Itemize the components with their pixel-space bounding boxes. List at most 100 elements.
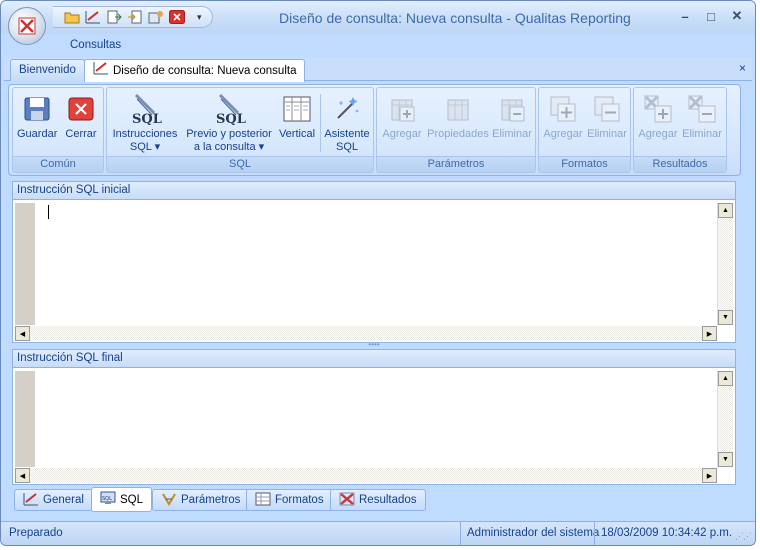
parameter-properties-icon: [427, 92, 489, 126]
chart-design-icon: [23, 492, 39, 509]
delete-result-icon: [682, 92, 722, 126]
result-delete-label: Eliminar: [682, 128, 722, 140]
result-add-button[interactable]: Agregar: [637, 92, 679, 141]
doc-tab-label: Bienvenido: [19, 64, 76, 76]
user-permissions-icon[interactable]: [147, 9, 165, 25]
magic-wand-icon: [323, 92, 371, 126]
group-label-sql: SQL: [107, 156, 373, 172]
initial-sql-header: Instrucción SQL inicial: [13, 182, 735, 200]
app-window: ▾ Diseño de consulta: Nueva consulta - Q…: [0, 0, 756, 546]
tab-formats[interactable]: Formatos: [246, 489, 333, 511]
add-result-icon: [637, 92, 679, 126]
scroll-down-icon[interactable]: ▼: [718, 310, 733, 325]
tab-general[interactable]: General: [14, 489, 93, 511]
final-sql-panel: Instrucción SQL final ▲ ▼ ◀ ▶: [12, 349, 736, 485]
pre-post-label-2: a la consulta ▾: [193, 141, 265, 153]
initial-vertical-scrollbar[interactable]: ▲ ▼: [717, 203, 733, 325]
import-icon[interactable]: [126, 9, 144, 25]
status-user: Administrador del sistema: [460, 522, 605, 545]
vertical-layout-icon: [277, 92, 317, 126]
param-add-button[interactable]: Agregar: [381, 92, 423, 141]
add-format-icon: [542, 92, 584, 126]
param-add-label: Agregar: [382, 128, 422, 140]
svg-text:SQL: SQL: [216, 112, 246, 125]
save-label: Guardar: [17, 128, 58, 140]
ribbon-tab-consultas[interactable]: Consultas: [70, 39, 121, 51]
export-icon[interactable]: [105, 9, 123, 25]
tab-label: Formatos: [275, 494, 324, 506]
final-horizontal-scrollbar[interactable]: ◀ ▶: [15, 468, 717, 483]
ribbon-tab-row: Consultas: [1, 34, 755, 56]
format-add-button[interactable]: Agregar: [542, 92, 584, 141]
group-parameters: Agregar Propiedades Eliminar Parámetros: [376, 87, 536, 173]
scroll-right-icon[interactable]: ▶: [702, 468, 717, 483]
doc-tab-label: Diseño de consulta: Nueva consulta: [113, 65, 297, 77]
qat-customize-dropdown[interactable]: ▾: [197, 12, 202, 23]
pre-post-query-button[interactable]: SQL Previo y posterior a la consulta ▾: [184, 92, 274, 154]
parameters-icon: [161, 492, 177, 509]
application-orb-button[interactable]: [8, 7, 46, 45]
param-delete-button[interactable]: Eliminar: [492, 92, 532, 141]
quick-access-toolbar: ▾: [53, 6, 213, 28]
sql-wizard-button[interactable]: Asistente SQL: [323, 92, 371, 154]
doc-tab-query-design[interactable]: Diseño de consulta: Nueva consulta: [84, 59, 306, 82]
scroll-down-icon[interactable]: ▼: [718, 452, 733, 467]
formats-grid-icon: [255, 492, 271, 509]
format-delete-label: Eliminar: [587, 128, 627, 140]
sql-statements-button[interactable]: SQL Instrucciones SQL ▾: [110, 92, 180, 154]
initial-sql-editor[interactable]: [35, 203, 717, 325]
open-folder-icon[interactable]: [63, 9, 81, 25]
window-controls: – □ ✕: [675, 7, 747, 25]
query-design-icon: [93, 61, 109, 82]
group-formats: Agregar Eliminar Formatos: [538, 87, 631, 173]
save-icon: [17, 92, 57, 126]
param-delete-label: Eliminar: [492, 128, 532, 140]
save-button[interactable]: Guardar: [17, 92, 57, 141]
window-title-separator: -: [502, 10, 515, 26]
format-delete-button[interactable]: Eliminar: [587, 92, 627, 141]
tab-parameters[interactable]: Parámetros: [152, 489, 250, 511]
close-icon: [61, 92, 101, 126]
scroll-right-icon[interactable]: ▶: [702, 326, 717, 341]
sql-pencil-icon: SQL: [184, 92, 274, 126]
result-delete-button[interactable]: Eliminar: [682, 92, 722, 141]
pre-post-label-1: Previo y posterior: [186, 128, 272, 140]
text-caret: [48, 205, 49, 219]
close-window-button[interactable]: ✕: [727, 7, 747, 25]
resize-grip-icon[interactable]: ⋰⋰: [735, 531, 752, 542]
sql-monitor-icon: SQL: [100, 491, 116, 508]
minimize-button[interactable]: –: [675, 7, 695, 25]
sql-statements-label-1: Instrucciones: [112, 128, 178, 140]
add-parameter-icon: [381, 92, 423, 126]
window-title-app: Qualitas Reporting: [514, 10, 631, 26]
group-separator: [320, 94, 321, 152]
tab-results[interactable]: Resultados: [330, 489, 426, 511]
param-properties-button[interactable]: Propiedades: [427, 92, 489, 141]
status-text: Preparado: [9, 527, 63, 539]
sql-wizard-label-2: SQL: [335, 141, 358, 153]
final-vertical-scrollbar[interactable]: ▲ ▼: [717, 371, 733, 467]
query-design-icon[interactable]: [84, 9, 102, 25]
scroll-left-icon[interactable]: ◀: [15, 468, 30, 483]
sql-statements-label-2: SQL ▾: [129, 141, 161, 153]
app-logo-icon: [18, 17, 36, 35]
vertical-button[interactable]: Vertical: [277, 92, 317, 141]
scroll-up-icon[interactable]: ▲: [718, 203, 733, 218]
group-label-results: Resultados: [634, 156, 726, 172]
close-document-button[interactable]: ×: [739, 61, 746, 75]
maximize-button[interactable]: □: [701, 7, 721, 25]
group-label-parameters: Parámetros: [377, 156, 535, 172]
final-sql-editor[interactable]: [35, 371, 717, 467]
initial-horizontal-scrollbar[interactable]: ◀ ▶: [15, 326, 717, 341]
status-bar: Preparado Administrador del sistema 18/0…: [1, 521, 755, 545]
close-red-icon[interactable]: [168, 9, 186, 25]
line-gutter: [15, 203, 35, 325]
scroll-left-icon[interactable]: ◀: [15, 326, 30, 341]
doc-tab-welcome[interactable]: Bienvenido: [10, 59, 85, 81]
window-title-doc: Diseño de consulta: Nueva consulta: [279, 10, 503, 26]
close-label: Cerrar: [65, 128, 97, 140]
tab-sql[interactable]: SQL SQL: [91, 487, 153, 512]
close-button[interactable]: Cerrar: [61, 92, 101, 141]
scroll-up-icon[interactable]: ▲: [718, 371, 733, 386]
tab-label: Resultados: [359, 494, 417, 506]
